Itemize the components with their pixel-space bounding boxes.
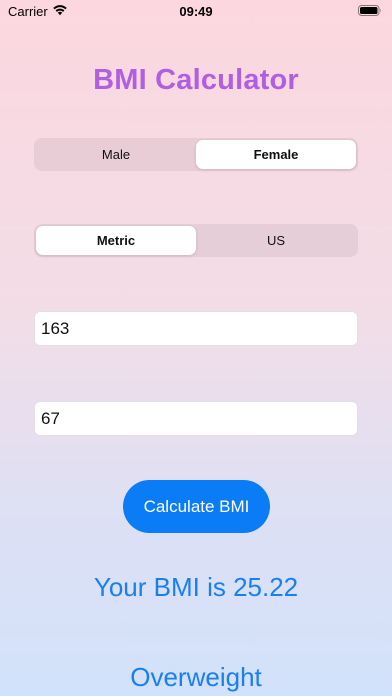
calculate-bmi-button[interactable]: Calculate BMI: [123, 480, 270, 533]
bmi-category-label: Overweight: [130, 662, 262, 692]
page-title: BMI Calculator: [93, 64, 299, 96]
status-bar: Carrier 09:49: [0, 0, 392, 24]
weight-input[interactable]: [34, 401, 358, 436]
height-input[interactable]: [34, 311, 358, 346]
segment-female[interactable]: Female: [196, 140, 356, 169]
battery-icon: [358, 5, 381, 16]
status-time: 09:49: [179, 4, 213, 19]
units-segmented-control[interactable]: Metric US: [34, 224, 358, 257]
segment-metric[interactable]: Metric: [36, 226, 196, 255]
segment-us[interactable]: US: [196, 226, 356, 255]
bmi-result-label: Your BMI is 25.22: [93, 572, 299, 602]
segment-male[interactable]: Male: [36, 140, 196, 169]
gender-segmented-control[interactable]: Male Female: [34, 138, 358, 171]
